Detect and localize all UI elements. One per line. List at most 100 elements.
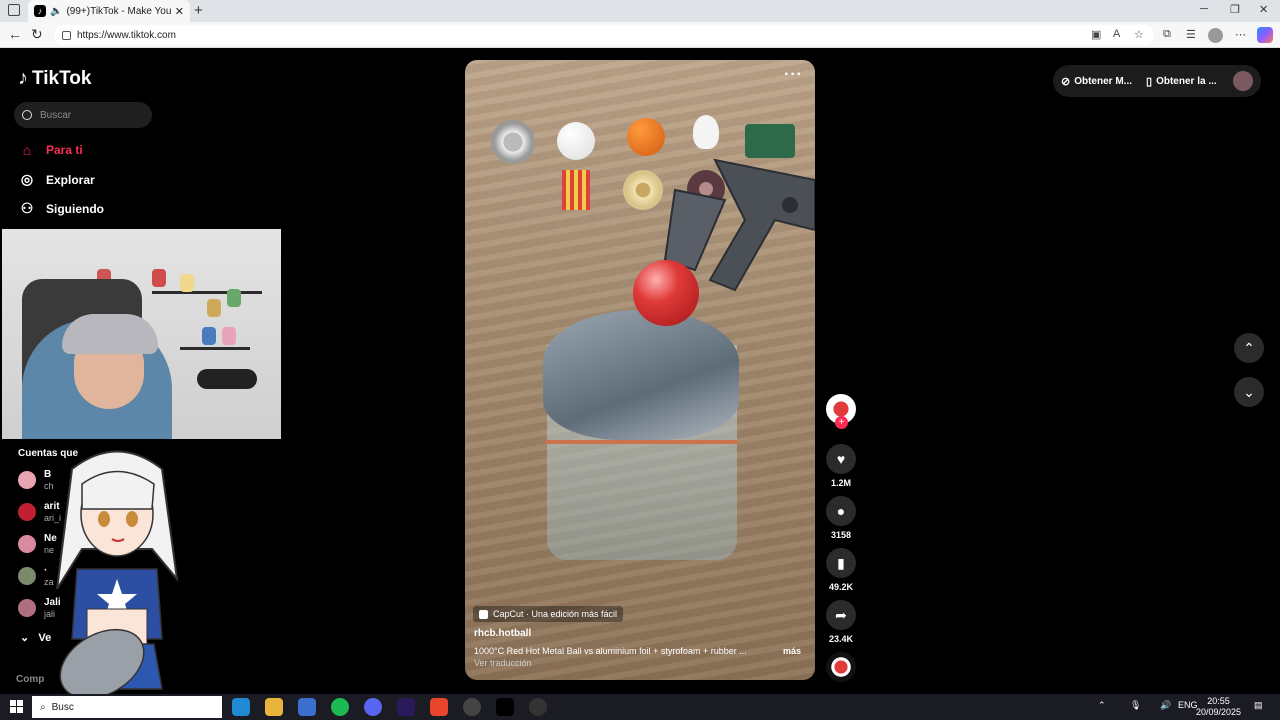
windows-start-icon[interactable] — [10, 700, 23, 713]
close-window-button[interactable]: ✕ — [1259, 3, 1268, 16]
get-app-button[interactable]: ▯ Obtener la ... — [1146, 75, 1217, 88]
get-coins-label: Obtener M... — [1074, 75, 1133, 87]
account-avatar — [18, 471, 36, 489]
like-count: 1.2M — [830, 478, 851, 488]
menu-dots-icon[interactable]: ⋯ — [1235, 28, 1246, 41]
duct-tape-object — [491, 120, 535, 164]
tiktok-logo[interactable]: ♪ TikTok — [18, 67, 91, 90]
close-tab-icon[interactable]: ✕ — [175, 5, 184, 18]
heart-icon: ♥ — [836, 451, 846, 467]
capcut-tag[interactable]: CapCut · Una edición más fácil — [473, 606, 624, 622]
browser-tab-bar: ♪ 🔈 (99+)TikTok - Make Your Day ✕ + ─ ❐ … — [0, 0, 1280, 22]
top-right-bar: ⊘ Obtener M... ▯ Obtener la ... — [1053, 65, 1261, 97]
search-icon: ⌕ — [40, 701, 46, 713]
discord-app-icon[interactable] — [364, 698, 382, 716]
favorite-star-icon[interactable]: ☆ — [1134, 28, 1144, 41]
shelf — [152, 291, 262, 294]
share-button[interactable]: ➦ — [826, 600, 856, 630]
figure-toy — [227, 289, 241, 307]
get-coins-button[interactable]: ⊘ Obtener M... — [1061, 75, 1132, 88]
address-bar: ← ↻ https://www.tiktok.com ▣ A ☆ ⧉ ☰ ⋯ — [0, 22, 1280, 48]
next-video-button[interactable]: ⌄ — [1234, 377, 1264, 407]
taskbar-search[interactable]: ⌕ Busc — [32, 696, 222, 718]
capcut-app-icon[interactable] — [496, 698, 514, 716]
language-indicator[interactable]: ENG — [1178, 700, 1198, 710]
follow-plus-icon[interactable]: + — [835, 416, 848, 429]
browser-profile-avatar[interactable] — [1208, 28, 1223, 43]
tab-actions-icon[interactable] — [8, 4, 20, 16]
back-icon[interactable]: ← — [8, 26, 22, 42]
figure-toy — [180, 274, 194, 292]
refresh-icon[interactable]: ↻ — [31, 26, 43, 43]
nav-explorar[interactable]: ◎ Explorar — [18, 171, 95, 188]
copilot-icon[interactable] — [1257, 27, 1273, 43]
tiktok-page: ♪ TikTok ⌂ Para ti ◎ Explorar ⚇ Siguiend… — [2, 49, 1278, 700]
search-icon — [22, 110, 32, 120]
notifications-icon[interactable]: ▤ — [1254, 700, 1263, 711]
following-icon: ⚇ — [20, 200, 34, 216]
tiktok-note-icon: ♪ — [18, 67, 28, 89]
rubber-band — [545, 440, 739, 444]
streamer-hair — [62, 314, 158, 354]
video-username[interactable]: rhcb.hotball — [474, 628, 531, 639]
account-avatar — [18, 599, 36, 617]
see-translation-link[interactable]: Ver traducción — [474, 658, 532, 668]
capcut-icon — [479, 609, 488, 619]
url-text: https://www.tiktok.com — [77, 29, 176, 41]
matches-object — [562, 170, 590, 210]
app-available-icon[interactable]: ▣ — [1091, 28, 1101, 41]
browser-tab[interactable]: ♪ 🔈 (99+)TikTok - Make Your Day ✕ — [28, 0, 190, 22]
coin-icon: ⊘ — [1061, 75, 1071, 88]
vtuber-avatar-overlay — [56, 450, 179, 700]
like-button[interactable]: ♥ — [826, 444, 856, 474]
red-hot-ball — [633, 260, 699, 326]
nav-para-ti[interactable]: ⌂ Para ti — [18, 142, 83, 158]
comment-button[interactable]: ● — [826, 496, 856, 526]
brave-app-icon[interactable] — [430, 698, 448, 716]
search-input[interactable] — [40, 109, 140, 121]
restore-button[interactable]: ❐ — [1230, 3, 1240, 16]
extensions-icon[interactable]: ⧉ — [1163, 28, 1171, 41]
save-button[interactable]: ▮ — [826, 548, 856, 578]
save-count: 49.2K — [828, 582, 854, 592]
new-tab-button[interactable]: + — [194, 2, 203, 19]
get-app-label: Obtener la ... — [1156, 75, 1217, 87]
figure-toy — [207, 299, 221, 317]
account-avatar — [18, 567, 36, 585]
speaker-icon[interactable]: 🔈 — [50, 6, 62, 17]
windows-taskbar: ⌕ Busc ⌃ 🎙 🔊 ENG 20:55 20/09/2025 ▤ — [0, 694, 1280, 720]
app-icon[interactable] — [463, 698, 481, 716]
clock-time: 20:55 — [1207, 696, 1230, 706]
system-clock[interactable]: 20:55 20/09/2025 — [1196, 696, 1241, 718]
compass-icon: ◎ — [20, 171, 34, 187]
nav-label: Explorar — [46, 172, 95, 187]
microphone-icon[interactable]: 🎙 — [1130, 700, 1141, 711]
minimize-button[interactable]: ─ — [1200, 3, 1208, 15]
nav-siguiendo[interactable]: ⚇ Siguiendo — [18, 200, 104, 217]
logo-text: TikTok — [32, 67, 92, 89]
search-box[interactable] — [14, 102, 152, 128]
obs-app-icon[interactable] — [529, 698, 547, 716]
video-player[interactable]: ··· CapCut · Una edición más fácil rhcb.… — [465, 60, 815, 680]
url-field[interactable]: https://www.tiktok.com — [54, 25, 1154, 45]
favorites-icon[interactable]: ☰ — [1186, 28, 1196, 41]
aluminium-foil — [543, 310, 739, 440]
figure-toy — [222, 327, 236, 345]
chevron-down-icon: ⌄ — [1243, 383, 1255, 400]
store-app-icon[interactable] — [298, 698, 316, 716]
edge-app-icon[interactable] — [232, 698, 250, 716]
phone-icon: ▯ — [1146, 75, 1153, 88]
more-options-icon[interactable]: ··· — [784, 66, 803, 84]
spotify-app-icon[interactable] — [331, 698, 349, 716]
user-avatar[interactable] — [1233, 71, 1253, 91]
comment-count: 3158 — [830, 530, 852, 540]
premiere-app-icon[interactable] — [397, 698, 415, 716]
volume-icon[interactable]: 🔊 — [1160, 700, 1171, 711]
description-more-link[interactable]: más — [783, 646, 801, 656]
read-aloud-icon[interactable]: A — [1113, 28, 1120, 40]
previous-video-button[interactable]: ⌃ — [1234, 333, 1264, 363]
music-disc-icon[interactable] — [826, 652, 856, 682]
share-icon: ➦ — [835, 606, 847, 623]
file-explorer-icon[interactable] — [265, 698, 283, 716]
tray-overflow-icon[interactable]: ⌃ — [1098, 700, 1106, 711]
